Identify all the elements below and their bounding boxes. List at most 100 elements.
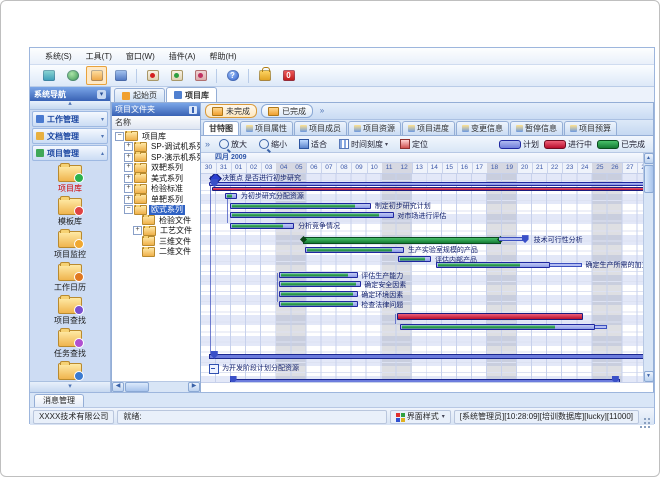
- task-evaluate-internal-product[interactable]: [398, 256, 431, 262]
- tree-node[interactable]: +SP-调试机系列: [112, 142, 200, 153]
- tree-node[interactable]: 二维文件: [112, 247, 200, 258]
- sidebar-item-project-doc-search[interactable]: 项目文档查找: [30, 363, 110, 381]
- exit-icon[interactable]: 0: [278, 66, 299, 85]
- help-icon[interactable]: ?: [222, 66, 243, 85]
- sidebar-item-project-search[interactable]: 项目查找: [30, 297, 110, 326]
- expand-icon[interactable]: +: [124, 153, 133, 162]
- task-analyze-competition[interactable]: [230, 223, 295, 229]
- collapse-icon[interactable]: −: [115, 132, 124, 141]
- expand-icon[interactable]: +: [124, 163, 133, 172]
- globe-icon[interactable]: [62, 66, 83, 85]
- expand-icon[interactable]: +: [124, 142, 133, 151]
- fit-button[interactable]: 适合: [294, 137, 332, 151]
- menu-plugins[interactable]: 插件(A): [162, 50, 203, 63]
- task-check-legal-issues[interactable]: [279, 301, 357, 307]
- tree-node[interactable]: +美式系列: [112, 173, 200, 184]
- group-project-management[interactable]: 项目管理▴: [32, 145, 108, 161]
- task-lab-scale-product[interactable]: [305, 247, 404, 253]
- menu-system[interactable]: 系统(S): [38, 50, 79, 63]
- time-scale-button[interactable]: 时间刻度▾: [334, 137, 393, 151]
- tree-node[interactable]: +SP-演示机系列: [112, 152, 200, 163]
- scroll-thumb[interactable]: [644, 165, 654, 193]
- tree-node[interactable]: +双靶系列: [112, 163, 200, 174]
- scroll-right-icon[interactable]: ▶: [188, 382, 200, 392]
- expand-icon[interactable]: +: [124, 184, 133, 193]
- summary-dev-plan[interactable]: [230, 379, 620, 382]
- task-evaluate-production-capacity[interactable]: [279, 272, 357, 278]
- summary-development-phase[interactable]: [209, 354, 643, 359]
- zoom-in-button[interactable]: 放大: [214, 137, 252, 151]
- summary-tech-feasibility[interactable]: [303, 237, 501, 244]
- expand-icon[interactable]: +: [124, 174, 133, 183]
- scroll-thumb[interactable]: [125, 382, 149, 392]
- gtab-project-properties[interactable]: 项目属性: [240, 121, 293, 135]
- resize-grip[interactable]: [642, 412, 651, 421]
- sidebar-item-task-search[interactable]: 任务查找: [30, 330, 110, 359]
- gtab-project-members[interactable]: 项目成员: [294, 121, 347, 135]
- toolbar-overflow-icon[interactable]: »: [205, 139, 210, 149]
- interface-style-button[interactable]: 界面样式 ▾: [390, 410, 451, 424]
- message-management-tab[interactable]: 消息管理: [34, 394, 84, 407]
- expand-icon[interactable]: +: [133, 226, 142, 235]
- gantt-vertical-scrollbar[interactable]: ▲ ▼: [643, 153, 653, 382]
- task-determine-environment-factors[interactable]: [279, 291, 357, 297]
- tree-node[interactable]: 检验文件: [112, 215, 200, 226]
- mail-receive-icon[interactable]: [166, 66, 187, 85]
- tree-horizontal-scrollbar[interactable]: ◀ ▶: [112, 381, 200, 392]
- workstation-icon[interactable]: [110, 66, 131, 85]
- tree-node[interactable]: −欧式系列: [112, 205, 200, 216]
- tab-project-library[interactable]: 项目库: [166, 87, 217, 102]
- monitor-icon[interactable]: [38, 66, 59, 85]
- menu-help[interactable]: 帮助(H): [202, 50, 243, 63]
- filter-unfinished[interactable]: 未完成: [205, 104, 257, 118]
- tree-node[interactable]: +单靶系列: [112, 194, 200, 205]
- group-document-management[interactable]: 文档管理▾: [32, 128, 108, 144]
- task-determine-safety-factors[interactable]: [279, 281, 360, 287]
- marker-assign-dev-plan-resources[interactable]: [209, 364, 219, 374]
- task-make-initial-research-plan[interactable]: [230, 203, 371, 209]
- menu-window[interactable]: 窗口(W): [119, 50, 162, 63]
- lock-icon[interactable]: [254, 66, 275, 85]
- gtab-gantt[interactable]: 甘特图: [203, 121, 239, 135]
- sidebar-more-strip[interactable]: ▾: [30, 381, 110, 392]
- scroll-up-icon[interactable]: ▲: [644, 153, 654, 164]
- progress-fill: [232, 204, 356, 207]
- gtab-project-resources[interactable]: 项目资源: [348, 121, 401, 135]
- scroll-left-icon[interactable]: ◀: [112, 382, 124, 392]
- sidebar-item-work-calendar[interactable]: 工作日历: [30, 264, 110, 293]
- folder-open-icon[interactable]: [86, 66, 107, 85]
- pin-icon[interactable]: [189, 106, 197, 114]
- mail-compose-icon[interactable]: [142, 66, 163, 85]
- menu-tools[interactable]: 工具(T): [79, 50, 119, 63]
- filter-finished[interactable]: 已完成: [261, 104, 313, 118]
- locate-button[interactable]: 定位: [395, 137, 433, 151]
- scroll-down-icon[interactable]: ▼: [644, 371, 654, 382]
- tree-node[interactable]: −项目库: [112, 131, 200, 142]
- filter-finished-label: 已完成: [282, 106, 306, 117]
- tree-node[interactable]: +工艺文件: [112, 226, 200, 237]
- sidebar-item-project-library[interactable]: 项目库: [30, 165, 110, 194]
- expand-icon[interactable]: +: [124, 195, 133, 204]
- collapse-icon[interactable]: −: [124, 205, 133, 214]
- sidebar-options-icon[interactable]: ▾: [97, 90, 106, 99]
- sidebar-item-template-library[interactable]: 模板库: [30, 198, 110, 227]
- tree-node[interactable]: 三维文件: [112, 236, 200, 247]
- tree-column-header[interactable]: 名称: [112, 116, 200, 130]
- tab-start-page[interactable]: 起始页: [114, 88, 165, 102]
- task-plan-long[interactable]: [400, 324, 596, 330]
- zoom-out-button[interactable]: 缩小: [254, 137, 292, 151]
- task-evaluate-market[interactable]: [230, 212, 394, 218]
- task-assign-initial-research-resources[interactable]: [225, 193, 237, 199]
- sidebar-collapse-strip[interactable]: ▴: [30, 101, 110, 110]
- mail-alert-icon[interactable]: [190, 66, 211, 85]
- gtab-pause-info[interactable]: 暂停信息: [510, 121, 563, 135]
- sidebar-item-project-monitor[interactable]: 项目监控: [30, 231, 110, 260]
- more-filters-icon[interactable]: »: [317, 106, 327, 116]
- gtab-project-budget[interactable]: 项目预算: [564, 121, 617, 135]
- group-work-management[interactable]: 工作管理▾: [32, 111, 108, 127]
- tree-node[interactable]: +检验标准: [112, 184, 200, 195]
- gtab-change-info[interactable]: 变更信息: [456, 121, 509, 135]
- task-in-progress-long[interactable]: [397, 313, 584, 320]
- gtab-project-progress[interactable]: 项目进度: [402, 121, 455, 135]
- project-progress-bar[interactable]: [212, 187, 643, 191]
